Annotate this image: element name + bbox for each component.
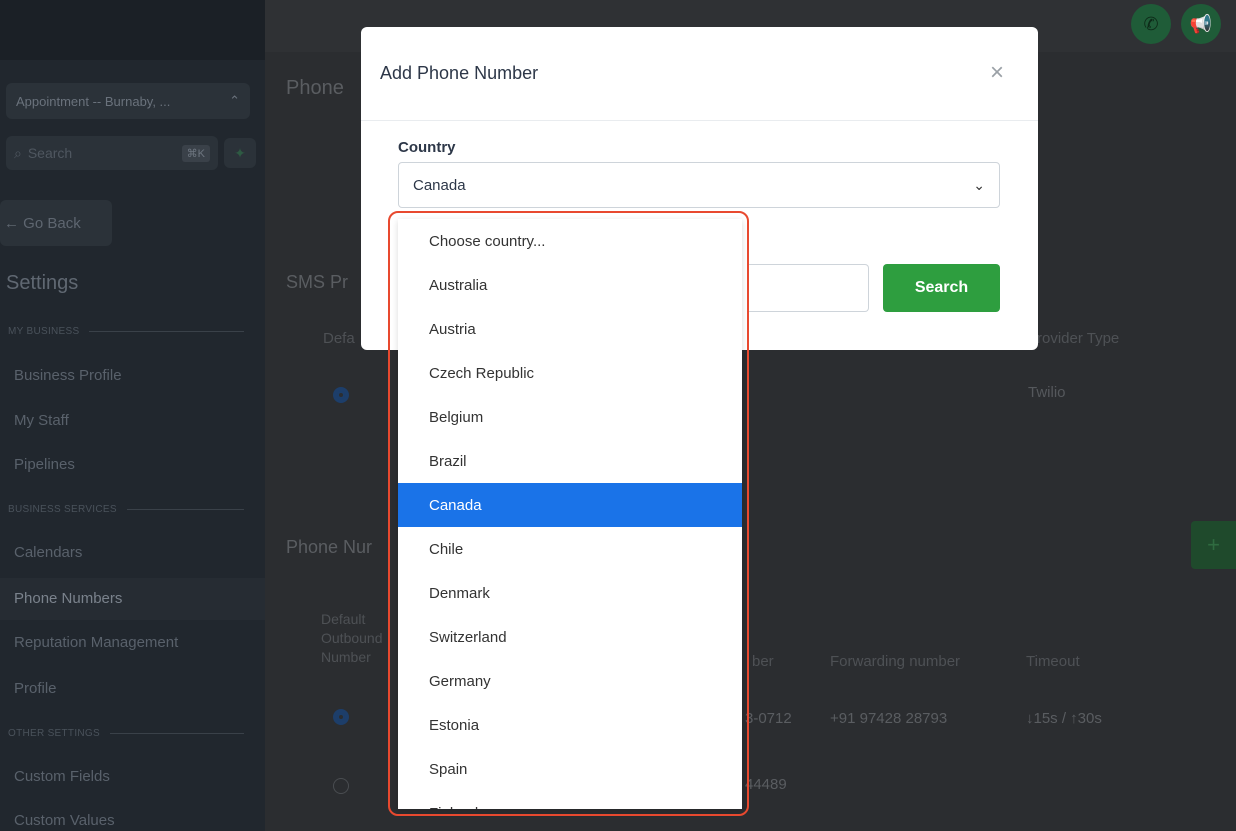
dropdown-option[interactable]: Brazil — [398, 439, 742, 483]
modal-header: Add Phone Number × — [361, 27, 1038, 121]
sms-provider-heading: SMS Pr — [286, 272, 349, 292]
updown-chevron-icon: ⌃ — [229, 93, 240, 108]
dropdown-option[interactable]: Canada — [398, 483, 742, 527]
add-number-button[interactable]: + — [1191, 521, 1236, 569]
sidebar-item-calendars[interactable]: Calendars — [14, 544, 82, 561]
sidebar-header — [0, 0, 265, 60]
sidebar-item-business-profile[interactable]: Business Profile — [14, 367, 122, 384]
sms-provider-value: Twilio — [1028, 384, 1066, 401]
country-label: Country — [398, 139, 456, 156]
megaphone-icon: 📢 — [1189, 13, 1213, 34]
close-icon[interactable]: × — [990, 61, 1004, 85]
country-select[interactable]: Canada ⌄ — [398, 162, 1000, 208]
sidebar: Appointment -- Burnaby, ... ⌃ ⌕ Search ⌘… — [0, 0, 265, 831]
phone-call-button[interactable]: ✆ — [1131, 4, 1171, 44]
col-label: Default — [321, 611, 366, 627]
sidebar-item-profile[interactable]: Profile — [14, 680, 57, 697]
country-dropdown-list[interactable]: Choose country... Australia Austria Czech R… — [398, 219, 742, 809]
dropdown-option[interactable]: Chile — [398, 527, 742, 571]
row1-number: 3-0712 — [745, 710, 792, 727]
sidebar-item-phone-numbers[interactable]: Phone Numbers — [14, 590, 122, 607]
plus-icon: + — [1207, 532, 1220, 557]
dropdown-option[interactable]: Czech Republic — [398, 351, 742, 395]
country-selected-value: Canada — [413, 176, 466, 194]
section-business-services: BUSINESS SERVICES — [8, 504, 244, 515]
dropdown-option[interactable]: Austria — [398, 307, 742, 351]
row1-timeout: ↓15s / ↑30s — [1026, 710, 1102, 727]
section-label: MY BUSINESS — [8, 326, 80, 337]
settings-title: Settings — [6, 272, 79, 294]
number-search-input[interactable] — [748, 264, 869, 312]
col-forwarding-number: Forwarding number — [830, 653, 961, 670]
dropdown-option[interactable]: Estonia — [398, 703, 742, 747]
sidebar-item-pipelines[interactable]: Pipelines — [14, 456, 75, 473]
col-label: Outbound — [321, 630, 383, 646]
dropdown-option[interactable]: Switzerland — [398, 615, 742, 659]
row1-forwarding: +91 97428 28793 — [830, 710, 948, 727]
dropdown-option[interactable]: Australia — [398, 263, 742, 307]
phone-heading: Phone — [286, 77, 344, 99]
search-placeholder: Search — [27, 145, 73, 161]
section-label: OTHER SETTINGS — [8, 728, 100, 739]
row1-default-radio[interactable] — [333, 709, 349, 725]
sidebar-search[interactable]: ⌕ Search ⌘K — [6, 136, 218, 170]
col-timeout: Timeout — [1026, 653, 1080, 670]
col-number: ber — [752, 653, 774, 670]
location-switcher[interactable]: Appointment -- Burnaby, ... ⌃ — [6, 83, 250, 119]
dropdown-option[interactable]: Spain — [398, 747, 742, 791]
row2-default-radio[interactable] — [333, 778, 349, 794]
search-button[interactable]: Search — [883, 264, 1000, 312]
search-shortcut: ⌘K — [181, 144, 210, 162]
location-name: Appointment -- Burnaby, ... — [16, 93, 171, 109]
sidebar-item-my-staff[interactable]: My Staff — [14, 412, 69, 429]
go-back-button[interactable]: ← Go Back — [0, 200, 112, 246]
phone-icon: ✆ — [1143, 13, 1159, 34]
bolt-icon: ✦ — [234, 144, 246, 161]
section-my-business: MY BUSINESS — [8, 326, 244, 337]
section-label: BUSINESS SERVICES — [8, 504, 117, 515]
section-other-settings: OTHER SETTINGS — [8, 728, 244, 739]
search-icon: ⌕ — [14, 144, 22, 161]
sms-default-radio[interactable] — [333, 387, 349, 403]
dropdown-option[interactable]: Denmark — [398, 571, 742, 615]
col-default-outbound: Default Outbound Number — [321, 610, 383, 667]
modal-title: Add Phone Number — [380, 63, 539, 83]
col-label: Number — [321, 649, 371, 665]
sms-col-default: Defa — [323, 330, 355, 347]
dropdown-option[interactable]: Finland — [398, 791, 742, 810]
sidebar-item-custom-values[interactable]: Custom Values — [14, 812, 115, 829]
chevron-down-icon: ⌄ — [973, 176, 985, 193]
row2-number: 44489 — [745, 776, 787, 793]
phone-numbers-heading: Phone Nur — [286, 537, 373, 557]
quick-action-button[interactable]: ✦ — [224, 138, 256, 168]
dropdown-option[interactable]: Germany — [398, 659, 742, 703]
dropdown-option[interactable]: Choose country... — [398, 219, 742, 263]
announcement-button[interactable]: 📢 — [1181, 4, 1221, 44]
sms-col-provider-type: rovider Type — [1037, 330, 1120, 347]
sidebar-item-custom-fields[interactable]: Custom Fields — [14, 768, 110, 785]
dropdown-option[interactable]: Belgium — [398, 395, 742, 439]
sidebar-item-reputation-management[interactable]: Reputation Management — [14, 634, 178, 651]
